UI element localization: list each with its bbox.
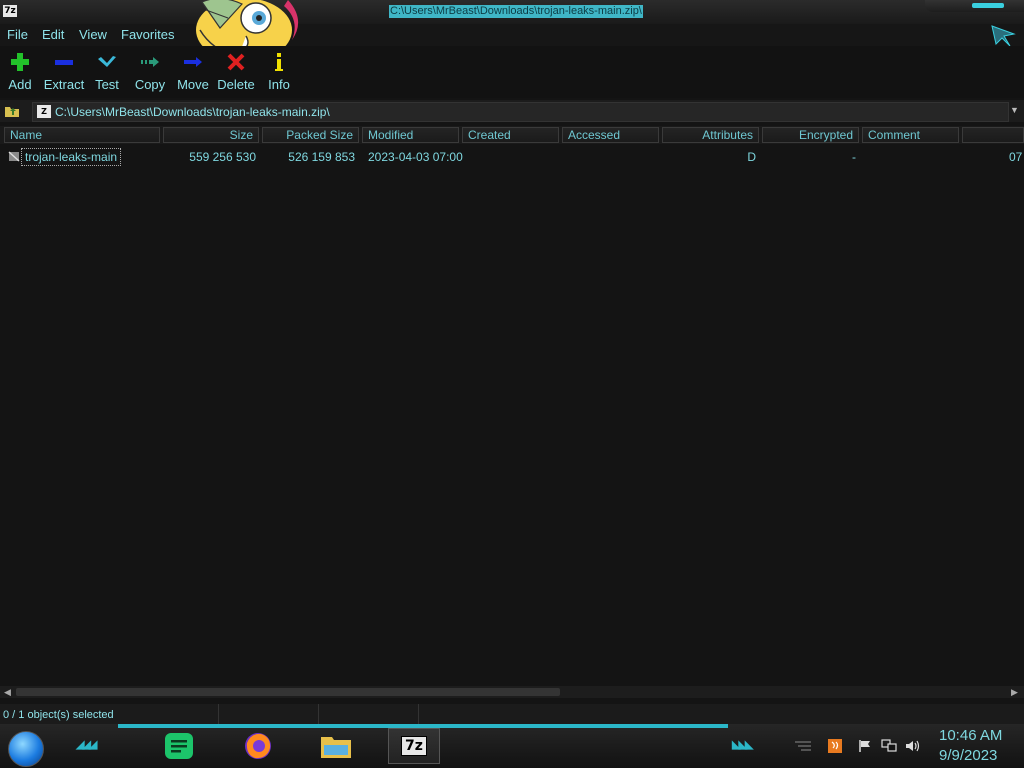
7zip-icon: 7z: [401, 736, 427, 756]
move-label: Move: [177, 77, 209, 92]
copy-arrow-icon: [127, 52, 173, 72]
column-name[interactable]: Name: [4, 127, 160, 143]
toolbar: Add Extract Test Copy Move Delete Info: [0, 46, 1024, 98]
flag-icon[interactable]: [857, 738, 873, 754]
info-icon: [256, 52, 302, 72]
start-button[interactable]: [8, 731, 44, 767]
address-bar: Z C:\Users\MrBeast\Downloads\trojan-leak…: [0, 100, 1024, 122]
column-attributes[interactable]: Attributes: [662, 127, 759, 143]
test-label: Test: [95, 77, 119, 92]
copy-button[interactable]: Copy: [127, 52, 173, 92]
folder-up-icon[interactable]: [4, 103, 20, 119]
info-button[interactable]: Info: [256, 52, 302, 92]
column-packed-size[interactable]: Packed Size: [262, 127, 359, 143]
taskbar-firefox[interactable]: [232, 728, 284, 764]
address-field[interactable]: Z C:\Users\MrBeast\Downloads\trojan-leak…: [32, 102, 1009, 122]
status-divider: [318, 704, 319, 724]
column-created[interactable]: Created: [462, 127, 559, 143]
add-button[interactable]: Add: [0, 52, 43, 92]
chevron-down-icon[interactable]: ▼: [1010, 105, 1019, 115]
title-bar[interactable]: 7z C:\Users\MrBeast\Downloads\trojan-lea…: [0, 0, 1024, 24]
table-row[interactable]: trojan-leaks-main 559 256 530 526 159 85…: [0, 144, 1024, 170]
menu-edit[interactable]: Edit: [42, 27, 64, 42]
tray-overflow-icon[interactable]: [795, 738, 811, 754]
delete-label: Delete: [217, 77, 255, 92]
clock-time[interactable]: 10:46 AM: [939, 727, 1002, 744]
menu-view[interactable]: View: [79, 27, 107, 42]
taskbar: ◢◢◢ 7z ◣◣◣ 10:46 AM 9/9/2023: [0, 724, 1024, 768]
firefox-icon: [245, 733, 271, 759]
address-path[interactable]: C:\Users\MrBeast\Downloads\trojan-leaks-…: [55, 105, 330, 119]
add-label: Add: [8, 77, 32, 92]
test-button[interactable]: Test: [84, 52, 130, 92]
column-header: Name Size Packed Size Modified Created A…: [0, 126, 1024, 144]
row-name[interactable]: trojan-leaks-main: [21, 148, 122, 166]
menu-file[interactable]: File: [7, 27, 28, 42]
delete-button[interactable]: Delete: [213, 52, 259, 92]
row-encrypted: -: [852, 150, 856, 164]
checkmark-icon: [84, 52, 130, 72]
taskbar-notes-app[interactable]: [153, 728, 205, 764]
row-modified: 2023-04-03 07:00: [368, 150, 463, 164]
status-divider: [218, 704, 219, 724]
column-modified[interactable]: Modified: [362, 127, 459, 143]
column-accessed[interactable]: Accessed: [562, 127, 659, 143]
row-size: 559 256 530: [189, 150, 256, 164]
delete-x-icon: [213, 52, 259, 72]
status-bar: 0 / 1 object(s) selected: [0, 704, 1024, 724]
row-overflow-value: 07: [1009, 150, 1023, 164]
speaker-icon[interactable]: [905, 738, 921, 754]
row-packed-size: 526 159 853: [288, 150, 355, 164]
file-list[interactable]: trojan-leaks-main 559 256 530 526 159 85…: [0, 144, 1024, 686]
window-title: C:\Users\MrBeast\Downloads\trojan-leaks-…: [389, 5, 643, 18]
move-button[interactable]: Move: [170, 52, 216, 92]
menu-favorites[interactable]: Favorites: [121, 27, 174, 42]
app-icon[interactable]: 7z: [3, 5, 17, 17]
move-arrow-icon: [170, 52, 216, 72]
info-label: Info: [268, 77, 290, 92]
taskbar-7zip[interactable]: 7z: [388, 728, 440, 764]
column-size[interactable]: Size: [163, 127, 259, 143]
minus-icon: [41, 52, 87, 72]
taskbar-file-explorer[interactable]: [310, 728, 362, 764]
archive-icon: Z: [37, 105, 51, 118]
corner-logo-icon: [991, 25, 1016, 47]
plus-icon: [0, 52, 43, 72]
status-divider: [418, 704, 419, 724]
scrollbar-thumb[interactable]: [16, 688, 560, 696]
notes-app-icon: [165, 733, 193, 759]
row-attributes: D: [747, 150, 756, 164]
network-icon[interactable]: [881, 738, 897, 754]
copy-label: Copy: [134, 77, 166, 92]
selection-status: 0 / 1 object(s) selected: [3, 709, 114, 721]
folder-icon: [321, 737, 351, 758]
extract-button[interactable]: Extract: [41, 52, 87, 92]
taskbar-chevron-decoration: ◢◢◢: [76, 739, 97, 751]
taskbar-chevron-decoration: ◣◣◣: [732, 739, 753, 751]
column-comment[interactable]: Comment: [862, 127, 959, 143]
clock-date[interactable]: 9/9/2023: [939, 747, 997, 764]
java-icon[interactable]: [827, 738, 843, 754]
column-encrypted[interactable]: Encrypted: [762, 127, 859, 143]
menu-bar: File Edit View Favorites: [0, 24, 1024, 46]
extract-label: Extract: [43, 77, 85, 92]
horizontal-scrollbar[interactable]: ◀ ▶: [0, 686, 1024, 698]
scroll-left-icon[interactable]: ◀: [4, 687, 11, 698]
folder-icon: [8, 151, 20, 162]
window-accent-bar: [972, 3, 1004, 8]
scroll-right-icon[interactable]: ▶: [1011, 687, 1018, 698]
column-overflow[interactable]: [962, 127, 1024, 143]
